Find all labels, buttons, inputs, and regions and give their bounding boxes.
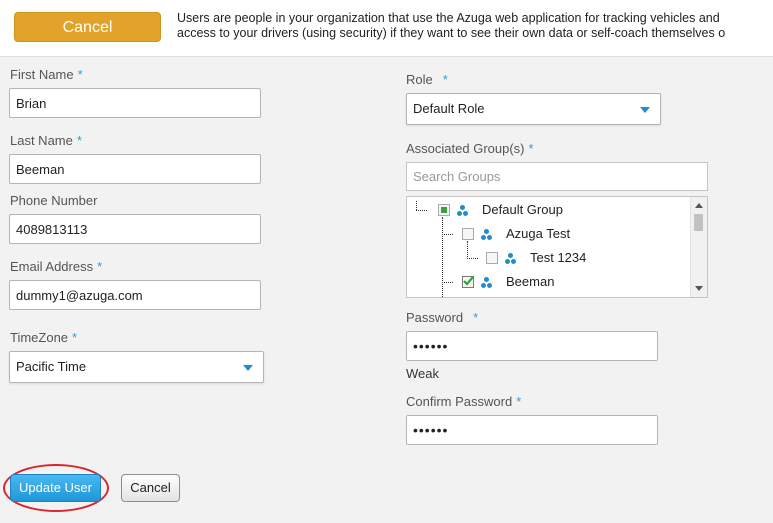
tree-item-label: Azuga Test (506, 226, 571, 241)
last-name-label: Last Name * (10, 133, 82, 148)
password-strength: Weak (406, 366, 439, 381)
tree-connector (467, 258, 478, 259)
required-marker: * (528, 141, 534, 156)
partial-checkbox-icon[interactable] (438, 204, 450, 216)
chevron-down-icon (243, 365, 253, 371)
role-value: Default Role (413, 101, 485, 116)
role-select[interactable]: Default Role (406, 93, 661, 125)
required-marker: * (72, 330, 78, 345)
tree-connector (442, 217, 443, 297)
checked-checkbox-icon[interactable] (462, 276, 474, 288)
timezone-select[interactable]: Pacific Time (9, 351, 264, 383)
groups-tree: Default Group Azuga Test Test 1234 Beema… (406, 196, 708, 298)
cancel-button[interactable]: Cancel (121, 474, 180, 502)
required-marker: * (76, 133, 82, 148)
tree-connector (416, 210, 427, 211)
scroll-up-icon[interactable] (695, 203, 703, 208)
group-icon (457, 205, 469, 216)
users-description: Users are people in your organization th… (177, 11, 773, 41)
checkmark-icon (463, 276, 474, 286)
confirm-password-label: Confirm Password * (406, 394, 522, 409)
search-groups-input[interactable]: Search Groups (406, 162, 708, 191)
tree-connector (467, 241, 468, 259)
required-marker: * (97, 259, 103, 274)
phone-label: Phone Number (10, 193, 98, 208)
groups-label: Associated Group(s) * (406, 141, 534, 156)
tree-connector (442, 234, 453, 235)
update-user-button[interactable]: Update User (10, 474, 101, 502)
tree-item-label: Test 1234 (530, 250, 587, 265)
email-label: Email Address * (10, 259, 103, 274)
phone-input[interactable] (9, 214, 261, 244)
email-input[interactable] (9, 280, 261, 310)
timezone-label: TimeZone * (10, 330, 78, 345)
password-input[interactable]: •••••• (406, 331, 658, 361)
tree-connector (442, 282, 453, 283)
confirm-password-input[interactable]: •••••• (406, 415, 658, 445)
required-marker: * (442, 72, 448, 87)
last-name-input[interactable] (9, 154, 261, 184)
required-marker: * (77, 67, 83, 82)
first-name-input[interactable] (9, 88, 261, 118)
description-line-2: access to your drivers (using security) … (177, 26, 726, 40)
group-icon (481, 229, 493, 240)
timezone-value: Pacific Time (16, 359, 87, 374)
required-marker: * (516, 394, 522, 409)
group-icon (481, 277, 493, 288)
tree-item-label: Default Group (482, 202, 563, 217)
scroll-thumb[interactable] (694, 214, 703, 231)
checkbox-icon[interactable] (486, 252, 498, 264)
group-icon (505, 253, 517, 264)
password-label: Password * (406, 310, 479, 325)
chevron-down-icon (640, 107, 650, 113)
role-label: Role * (406, 72, 448, 87)
checkbox-icon[interactable] (462, 228, 474, 240)
tree-scrollbar[interactable] (690, 197, 707, 297)
tree-item-label: Beeman (506, 274, 555, 289)
description-line-1: Users are people in your organization th… (177, 11, 720, 25)
required-marker: * (473, 310, 479, 325)
tree-connector (416, 201, 417, 210)
scroll-down-icon[interactable] (695, 286, 703, 291)
cancel-top-button[interactable]: Cancel (14, 12, 161, 42)
header-bar: Cancel Users are people in your organiza… (0, 0, 773, 57)
first-name-label: First Name * (10, 67, 83, 82)
